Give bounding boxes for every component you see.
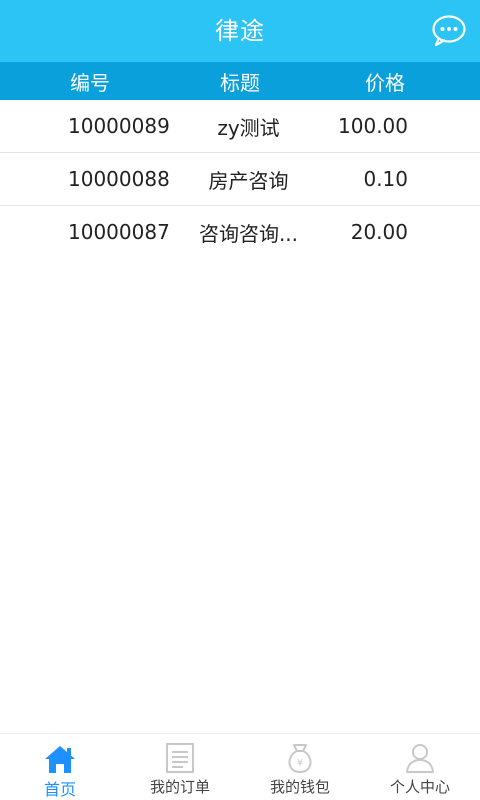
order-id: 10000089 — [68, 114, 170, 138]
tab-label: 个人中心 — [389, 778, 450, 796]
app-screen: 律途 编号 标题 价格 10000089 zy测试 100.00 1000008… — [0, 0, 480, 800]
order-title: 房产咨询 — [208, 168, 289, 193]
document-icon — [166, 743, 194, 773]
bottom-tab-bar: 首页 我的订单 ¥ 我的钱包 个人中心 — [0, 733, 480, 800]
order-row[interactable]: 10000087 咨询咨询... 20.00 — [0, 206, 480, 258]
chat-button[interactable] — [430, 12, 468, 50]
column-header-price: 价格 — [365, 70, 405, 95]
tab-label: 我的订单 — [149, 778, 210, 796]
order-id: 10000087 — [68, 220, 170, 244]
tab-label: 我的钱包 — [269, 778, 330, 796]
tab-personal-center[interactable]: 个人中心 — [360, 734, 480, 800]
order-title: 咨询咨询... — [198, 221, 299, 246]
table-header: 编号 标题 价格 — [0, 62, 480, 100]
person-icon — [406, 744, 434, 773]
home-icon — [45, 746, 75, 773]
column-header-title: 标题 — [220, 70, 260, 95]
order-price: 0.10 — [363, 167, 408, 191]
top-bar: 律途 — [0, 0, 480, 62]
tab-my-wallet[interactable]: ¥ 我的钱包 — [240, 734, 360, 800]
tab-label: 首页 — [43, 780, 76, 799]
tab-my-orders[interactable]: 我的订单 — [120, 734, 240, 800]
order-row[interactable]: 10000089 zy测试 100.00 — [0, 100, 480, 153]
order-row[interactable]: 10000088 房产咨询 0.10 — [0, 153, 480, 206]
money-bag-icon: ¥ — [288, 744, 312, 774]
order-price: 20.00 — [350, 220, 408, 244]
order-list: 10000089 zy测试 100.00 10000088 房产咨询 0.10 … — [0, 100, 480, 258]
svg-text:¥: ¥ — [297, 758, 303, 769]
tab-home[interactable]: 首页 — [0, 734, 120, 800]
order-id: 10000088 — [68, 167, 170, 191]
order-price: 100.00 — [338, 114, 408, 138]
app-title: 律途 — [215, 17, 265, 45]
chat-bubble-icon — [432, 15, 466, 47]
order-title: zy测试 — [217, 115, 280, 140]
